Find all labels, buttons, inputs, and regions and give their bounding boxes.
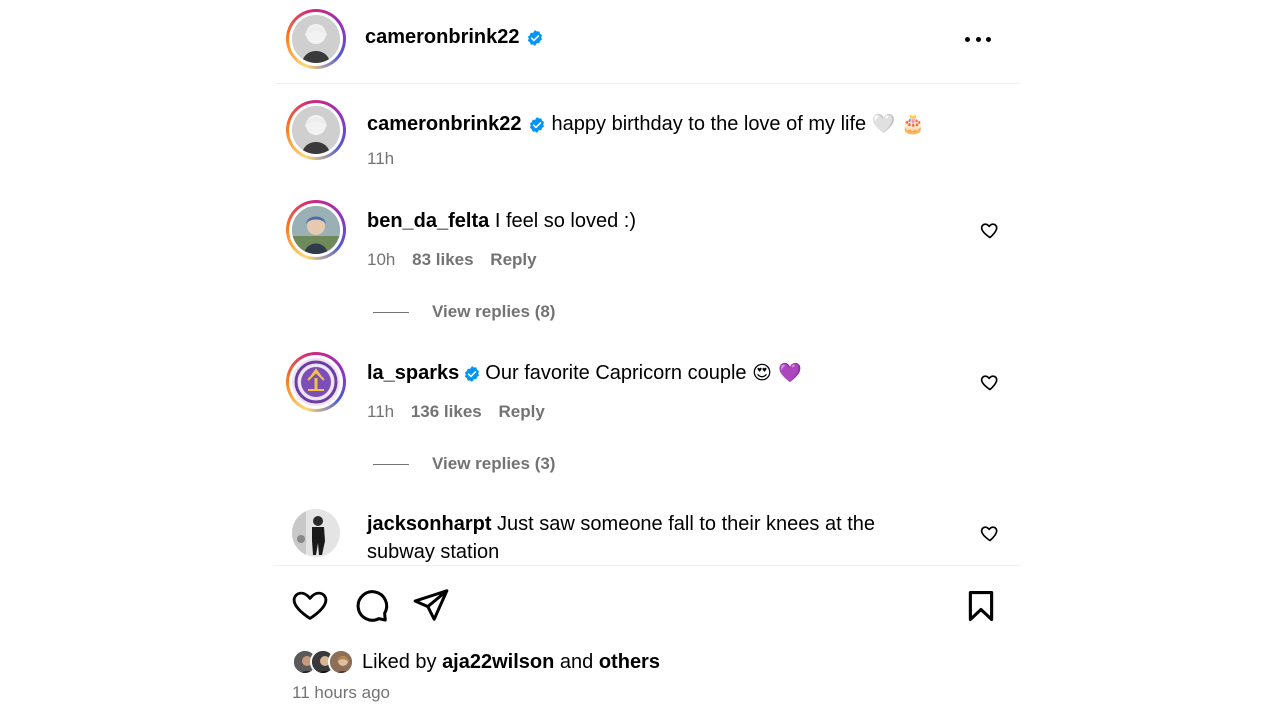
header-username[interactable]: cameronbrink22: [365, 26, 520, 49]
comment-text-line2: subway station: [367, 541, 500, 563]
verified-badge-icon: [465, 365, 480, 382]
comment-username[interactable]: ben_da_felta: [367, 210, 489, 232]
comment-text: Our favorite Capricorn couple: [485, 362, 747, 384]
liked-by-and: and: [559, 650, 594, 673]
divider-line: [373, 463, 409, 465]
ellipsis-icon: [965, 36, 970, 42]
comment-username[interactable]: jacksonharpt: [367, 513, 491, 535]
comment-username[interactable]: la_sparks: [367, 362, 459, 384]
comment-like-heart-icon[interactable]: [980, 523, 1000, 543]
comment-likes[interactable]: 136 likes: [411, 402, 482, 421]
reply-button[interactable]: Reply: [490, 250, 536, 269]
view-replies-label: View replies (8): [432, 302, 556, 321]
comment-avatar[interactable]: [292, 509, 340, 557]
like-heart-icon[interactable]: [291, 586, 329, 624]
liked-by-prefix: Liked by: [362, 650, 437, 673]
liked-by-row: Liked by aja22wilson and others: [292, 649, 660, 675]
comment-emojis: 😍 💜: [752, 362, 802, 384]
share-send-icon[interactable]: [412, 586, 450, 624]
bookmark-save-icon[interactable]: [964, 588, 998, 624]
comment-time: 10h: [367, 250, 396, 269]
comment-like-heart-icon[interactable]: [980, 220, 1000, 240]
caption-emojis: 🤍 🎂: [871, 113, 926, 135]
comment-time: 11h: [367, 402, 395, 421]
reply-button[interactable]: Reply: [498, 402, 544, 421]
caption-time: 11h: [367, 149, 395, 168]
comment-text: Just saw someone fall to their knees at …: [497, 513, 876, 535]
view-replies-button[interactable]: View replies (8): [373, 302, 555, 322]
post-time-ago: 11 hours ago: [292, 683, 390, 702]
caption-text: happy birthday to the love of my life: [551, 113, 867, 135]
caption-username[interactable]: cameronbrink22: [367, 113, 522, 135]
post-panel: cameronbrink22 cameronbrink22 happy birt…: [274, 0, 1020, 720]
divider-line: [373, 311, 409, 313]
view-replies-button[interactable]: View replies (3): [373, 454, 555, 474]
comment-likes[interactable]: 83 likes: [412, 250, 473, 269]
comment-like-heart-icon[interactable]: [980, 372, 1000, 392]
liked-by-user[interactable]: aja22wilson: [442, 651, 554, 673]
comment-bubble-icon[interactable]: [352, 586, 390, 624]
liker-avatar[interactable]: [328, 649, 354, 675]
more-options-button[interactable]: [965, 28, 991, 50]
verified-badge-icon: [527, 29, 542, 46]
post-actions: Liked by aja22wilson and others 11 hours…: [274, 565, 1020, 720]
verified-badge-icon: [529, 116, 544, 133]
caption-avatar[interactable]: [286, 100, 346, 160]
view-replies-label: View replies (3): [432, 454, 556, 473]
header-avatar[interactable]: [286, 9, 346, 69]
comment-text: I feel so loved :): [494, 210, 637, 232]
post-header: cameronbrink22: [274, 0, 1020, 84]
comment-avatar[interactable]: [286, 200, 346, 260]
liked-by-others[interactable]: others: [599, 651, 660, 673]
comment-avatar[interactable]: [286, 352, 346, 412]
